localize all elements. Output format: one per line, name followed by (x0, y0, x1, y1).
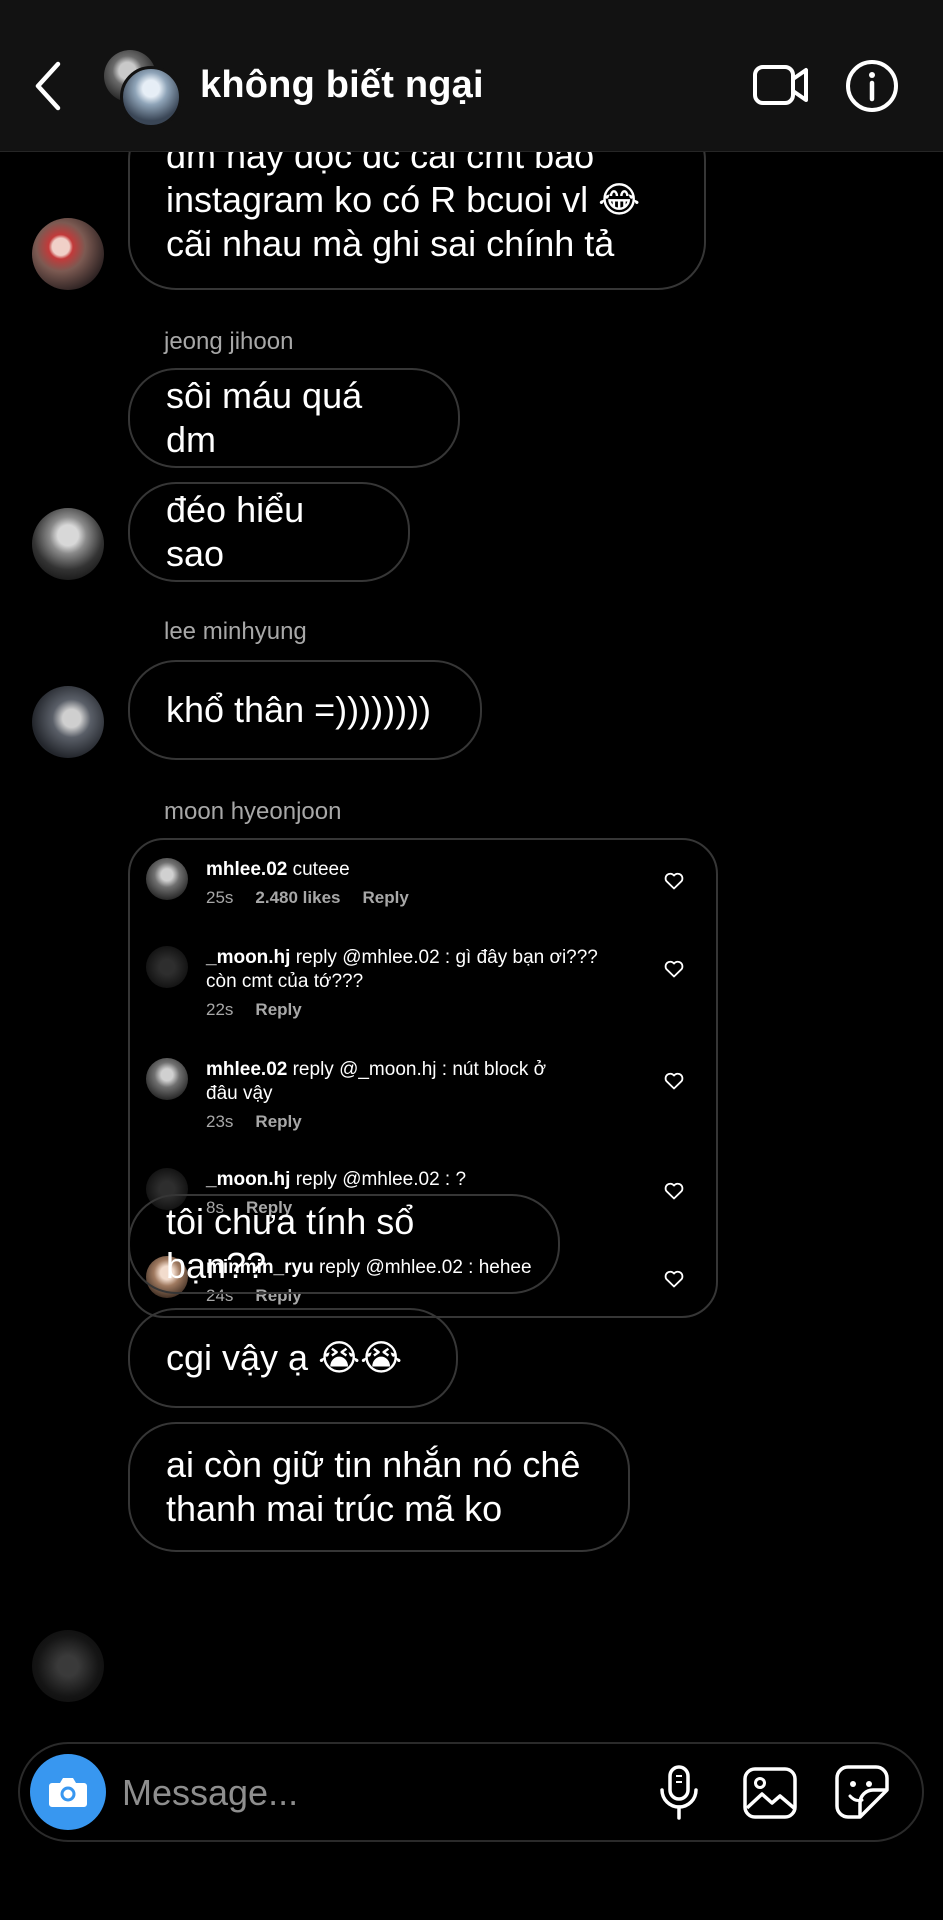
avatar (146, 946, 188, 988)
sender-name: moon hyeonjoon (164, 798, 342, 825)
info-icon (846, 60, 898, 112)
heart-icon[interactable] (664, 960, 684, 978)
message-text: ai còn giữ tin nhắn nó chê thanh mai trú… (166, 1444, 581, 1529)
back-button[interactable] (30, 56, 70, 116)
message-composer (18, 1742, 924, 1842)
reply-button[interactable]: Reply (255, 1112, 301, 1131)
microphone-icon (660, 1765, 698, 1820)
message-bubble[interactable]: khổ thân =)))))))) (128, 660, 482, 760)
heart-icon[interactable] (664, 1270, 684, 1288)
chevron-left-icon (35, 61, 61, 111)
comment-likes[interactable]: 2.480 likes (255, 888, 340, 907)
comment-time: 23s (206, 1112, 234, 1131)
message-input[interactable] (120, 1764, 524, 1822)
image-icon (743, 1767, 797, 1819)
sticker-button[interactable] (834, 1764, 890, 1820)
message-text: khổ thân =)))))))) (166, 689, 432, 730)
video-camera-icon (753, 65, 808, 105)
message-text: đéo hiểu sao (166, 489, 305, 574)
comment-username[interactable]: _moon.hj (206, 1169, 290, 1190)
message-bubble[interactable]: cgi vậy ạ 😭😭 (128, 1308, 458, 1408)
chat-title[interactable]: không biết ngại (200, 64, 484, 107)
chat-header: không biết ngại (0, 0, 943, 152)
message-text: tôi chưa tính sổ bạn?? (166, 1201, 415, 1286)
camera-icon (49, 1778, 87, 1807)
comment-username[interactable]: mhlee.02 (206, 1059, 287, 1080)
comment-time: 22s (206, 1000, 234, 1019)
message-bubble[interactable]: tôi chưa tính sổ bạn?? (128, 1194, 560, 1294)
comment-time: 25s (206, 888, 234, 907)
comment-username[interactable]: mhlee.02 (206, 859, 287, 880)
message-bubble[interactable]: đéo hiểu sao (128, 482, 410, 582)
message-bubble[interactable]: sôi máu quá dm (128, 368, 460, 468)
sender-name: jeong jihoon (164, 328, 294, 355)
gallery-button[interactable] (742, 1766, 798, 1820)
camera-button[interactable] (30, 1754, 106, 1830)
message-thread[interactable]: dm nay đọc dc cái cmt bảo instagram ko c… (0, 152, 943, 1712)
sender-name: lee minhyung (164, 618, 307, 645)
message-text: sôi máu quá dm (166, 375, 363, 460)
message-bubble[interactable]: ai còn giữ tin nhắn nó chê thanh mai trú… (128, 1422, 630, 1552)
reply-button[interactable]: Reply (255, 1000, 301, 1019)
message-text: cgi vậy ạ 😭😭 (166, 1337, 403, 1378)
comment-username[interactable]: _moon.hj (206, 947, 290, 968)
heart-icon[interactable] (664, 1072, 684, 1090)
info-button[interactable] (844, 58, 900, 114)
avatar[interactable] (32, 686, 104, 758)
avatar (146, 858, 188, 900)
message-text: dm nay đọc dc cái cmt bảo instagram ko c… (166, 152, 641, 264)
reply-button[interactable]: Reply (363, 888, 409, 907)
avatar[interactable] (32, 218, 104, 290)
avatar[interactable] (32, 508, 104, 580)
sticker-icon (835, 1765, 889, 1819)
message-bubble[interactable]: dm nay đọc dc cái cmt bảo instagram ko c… (128, 152, 706, 290)
avatar (120, 66, 182, 128)
comment-body: cuteee (287, 859, 350, 880)
avatar[interactable] (32, 1630, 104, 1702)
avatar (146, 1058, 188, 1100)
heart-icon[interactable] (664, 872, 684, 890)
group-avatar[interactable] (104, 50, 182, 128)
heart-icon[interactable] (664, 1182, 684, 1200)
comment-body: reply @mhlee.02 : ? (290, 1169, 467, 1190)
microphone-button[interactable] (656, 1764, 702, 1822)
video-call-button[interactable] (752, 62, 810, 108)
